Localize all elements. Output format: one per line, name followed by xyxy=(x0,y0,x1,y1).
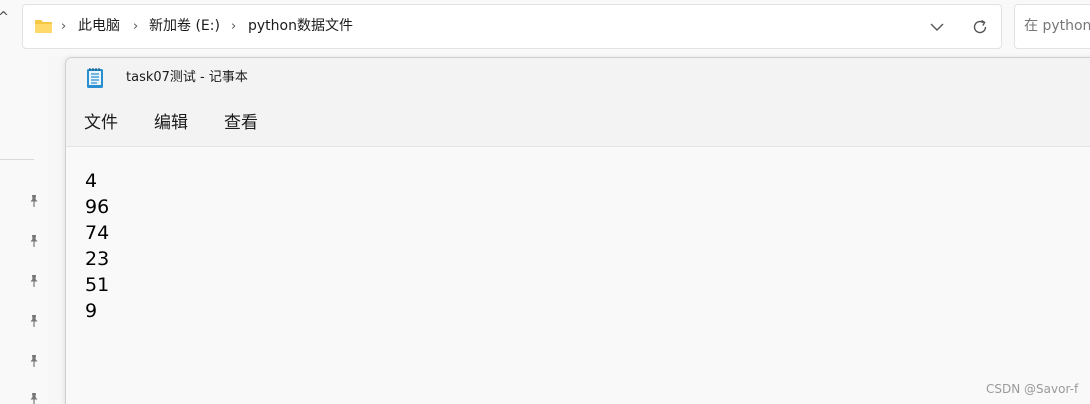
breadcrumb-separator-icon: › xyxy=(61,19,67,34)
text-line: 74 xyxy=(85,222,110,244)
menu-bar: 文件 编辑 查看 xyxy=(66,100,1090,147)
title-bar[interactable]: task07测试 - 记事本 xyxy=(66,58,1090,100)
breadcrumb-python-folder[interactable]: python数据文件 xyxy=(248,5,353,48)
address-bar[interactable]: › 此电脑 › 新加卷 (E:) › python数据文件 xyxy=(22,4,1002,49)
pin-icon[interactable] xyxy=(27,234,41,248)
text-editor[interactable]: 4 96 74 23 51 9 xyxy=(66,148,1090,404)
search-input[interactable]: 在 python xyxy=(1014,4,1090,49)
breadcrumb-this-pc[interactable]: 此电脑 xyxy=(78,5,120,48)
text-line: 4 xyxy=(85,170,98,192)
pin-icon[interactable] xyxy=(27,354,41,368)
pin-icon[interactable] xyxy=(27,392,41,404)
notepad-window: task07测试 - 记事本 文件 编辑 查看 4 96 74 23 51 9 xyxy=(65,57,1090,404)
menu-edit[interactable]: 编辑 xyxy=(150,100,192,146)
pin-icon[interactable] xyxy=(27,194,41,208)
text-line: 9 xyxy=(85,300,98,322)
text-line: 51 xyxy=(85,274,110,296)
watermark: CSDN @Savor-f xyxy=(986,382,1079,396)
pin-icon[interactable] xyxy=(27,314,41,328)
breadcrumb-separator-icon: › xyxy=(133,19,139,34)
pin-icon[interactable] xyxy=(27,274,41,288)
breadcrumb-volume-e[interactable]: 新加卷 (E:) xyxy=(149,5,220,48)
explorer-toolbar: ^ › 此电脑 › 新加卷 (E:) › python数据文件 在 python xyxy=(0,0,1090,56)
chevron-down-icon[interactable] xyxy=(928,18,946,36)
window-title: task07测试 - 记事本 xyxy=(126,70,248,85)
search-placeholder: 在 python xyxy=(1024,18,1090,34)
text-line: 96 xyxy=(85,196,110,218)
menu-view[interactable]: 查看 xyxy=(220,100,262,146)
notepad-app-icon xyxy=(87,68,103,88)
folder-icon xyxy=(35,20,52,33)
breadcrumb-separator-icon: › xyxy=(231,19,237,34)
navigation-pane xyxy=(0,56,48,404)
menu-file[interactable]: 文件 xyxy=(80,100,122,146)
up-chevron-icon[interactable]: ^ xyxy=(0,8,12,28)
sidebar-divider xyxy=(0,159,34,160)
text-line: 23 xyxy=(85,248,110,270)
refresh-icon[interactable] xyxy=(970,17,990,37)
